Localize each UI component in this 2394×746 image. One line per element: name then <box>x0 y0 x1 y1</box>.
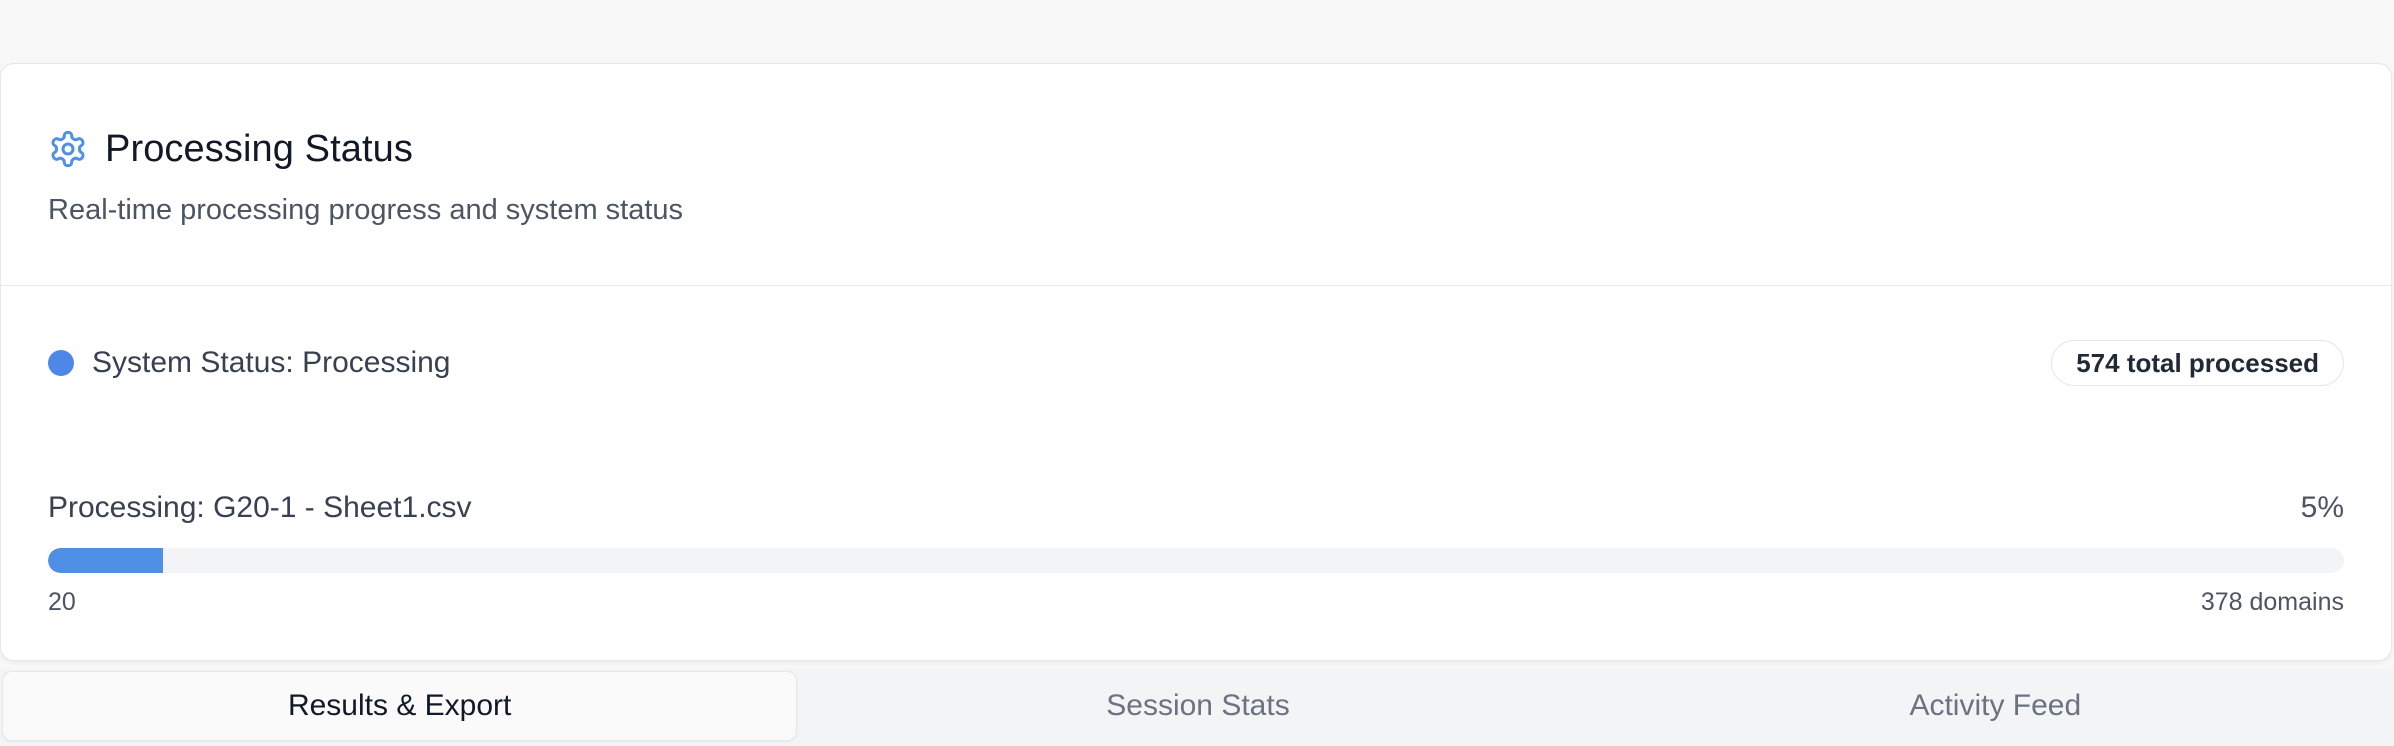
total-domains: 378 domains <box>2200 587 2344 616</box>
system-status-row: System Status: Processing 574 total proc… <box>48 339 2344 387</box>
progress-percent: 5% <box>2300 491 2344 524</box>
current-count: 20 <box>48 587 76 616</box>
progress-counts: 20 378 domains <box>48 585 2344 619</box>
tab-activity-feed[interactable]: Activity Feed <box>1599 671 2392 741</box>
total-processed-badge: 574 total processed <box>2051 340 2344 386</box>
processing-status-card: Processing Status Real-time processing p… <box>0 63 2392 661</box>
tab-bar: Results & Export Session Stats Activity … <box>0 669 2394 746</box>
progress-bar-fill <box>48 548 163 573</box>
progress-bar <box>48 548 2344 573</box>
current-file-label: Processing: G20-1 - Sheet1.csv <box>48 491 472 524</box>
panel-subtitle: Real-time processing progress and system… <box>48 194 684 226</box>
status-indicator-dot <box>48 350 74 376</box>
system-status-label: System Status: Processing <box>92 346 451 379</box>
tab-results-export[interactable]: Results & Export <box>2 671 798 741</box>
title-row: Processing Status <box>48 124 413 174</box>
card-header: Processing Status Real-time processing p… <box>1 64 2391 286</box>
tab-session-stats[interactable]: Session Stats <box>801 671 1594 741</box>
system-status: System Status: Processing <box>48 346 450 380</box>
current-file-row: Processing: G20-1 - Sheet1.csv 5% <box>48 488 2344 528</box>
gear-icon <box>48 129 88 169</box>
panel-title: Processing Status <box>105 127 413 170</box>
